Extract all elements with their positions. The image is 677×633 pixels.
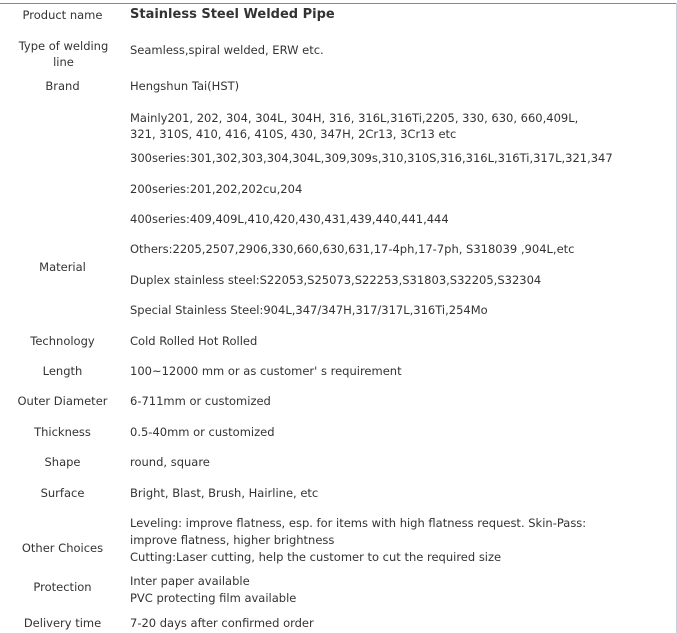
- row-value-block: Cold Rolled Hot Rolled: [130, 333, 670, 349]
- row-value-block: Mainly201, 202, 304, 304L, 304H, 316, 31…: [130, 110, 590, 142]
- row-label: Technology: [30, 334, 95, 348]
- row-value-block: 100~12000 mm or as customer' s requireme…: [130, 363, 670, 379]
- row-label: Length: [42, 364, 83, 378]
- row-value: round, square: [130, 455, 210, 469]
- row-value: 200series:201,202,202cu,204: [130, 182, 303, 196]
- row-value: 100~12000 mm or as customer' s requireme…: [130, 364, 402, 378]
- row-value: 6-711mm or customized: [130, 394, 271, 408]
- row-value-block: Seamless,spiral welded, ERW etc.: [130, 42, 670, 58]
- row-value: Leveling: improve flatness, esp. for ite…: [130, 516, 587, 547]
- row-label: Outer Diameter: [17, 394, 108, 408]
- row-value-block: 200series:201,202,202cu,204: [130, 181, 670, 197]
- row-label: Material: [39, 260, 86, 274]
- row-value: 300series:301,302,303,304,304L,309,309s,…: [130, 151, 613, 165]
- row-label: Surface: [40, 486, 85, 500]
- row-label: Protection: [33, 580, 92, 594]
- row-label: Shape: [44, 455, 81, 469]
- row-value: Inter paper available: [130, 574, 250, 588]
- row-value: 400series:409,409L,410,420,430,431,439,4…: [130, 212, 449, 226]
- row-label: Type of welding line: [18, 39, 109, 69]
- row-value: 0.5-40mm or customized: [130, 425, 275, 439]
- row-value-block: Inter paper available PVC protecting fil…: [130, 573, 670, 607]
- row-label: Other Choices: [21, 541, 104, 555]
- row-value-block: Special Stainless Steel:904L,347/347H,31…: [130, 302, 670, 318]
- row-value-block: 0.5-40mm or customized: [130, 424, 670, 440]
- row-value-block: 6-711mm or customized: [130, 393, 670, 409]
- row-value: Cutting:Laser cutting, help the customer…: [130, 550, 502, 564]
- row-value-block: 400series:409,409L,410,420,430,431,439,4…: [130, 211, 670, 227]
- row-value: Hengshun Tai(HST): [130, 79, 240, 93]
- row-label: Thickness: [34, 425, 91, 439]
- row-value: Duplex stainless steel:S22053,S25073,S22…: [130, 273, 542, 287]
- row-label: Brand: [45, 79, 80, 93]
- row-value: Cold Rolled Hot Rolled: [130, 334, 258, 348]
- row-value-block: Bright, Blast, Brush, Hairline, etc: [130, 485, 670, 501]
- row-value-block: 7-20 days after confirmed order: [130, 615, 670, 631]
- row-value: Others:2205,2507,2906,330,660,630,631,17…: [130, 242, 575, 256]
- product-name-value: Stainless Steel Welded Pipe: [130, 7, 670, 23]
- table-top-border: [0, 3, 677, 4]
- row-value: Seamless,spiral welded, ERW etc.: [130, 43, 324, 57]
- row-label: Product name: [22, 8, 103, 22]
- row-value: Stainless Steel Welded Pipe: [130, 7, 335, 22]
- row-value: Mainly201, 202, 304, 304L, 304H, 316, 31…: [130, 111, 579, 141]
- row-value-block: Leveling: improve flatness, esp. for ite…: [130, 515, 590, 566]
- row-label: Delivery time: [23, 616, 102, 630]
- row-value: Bright, Blast, Brush, Hairline, etc: [130, 486, 319, 500]
- row-value-block: Hengshun Tai(HST): [130, 78, 670, 94]
- row-value: Special Stainless Steel:904L,347/347H,31…: [130, 303, 488, 317]
- row-value: 7-20 days after confirmed order: [130, 616, 314, 630]
- row-value-block: 300series:301,302,303,304,304L,309,309s,…: [130, 150, 670, 166]
- row-value-block: round, square: [130, 454, 670, 470]
- row-value: PVC protecting film available: [130, 591, 297, 605]
- row-value-block: Duplex stainless steel:S22053,S25073,S22…: [130, 272, 670, 288]
- row-value-block: Others:2205,2507,2906,330,660,630,631,17…: [130, 241, 670, 257]
